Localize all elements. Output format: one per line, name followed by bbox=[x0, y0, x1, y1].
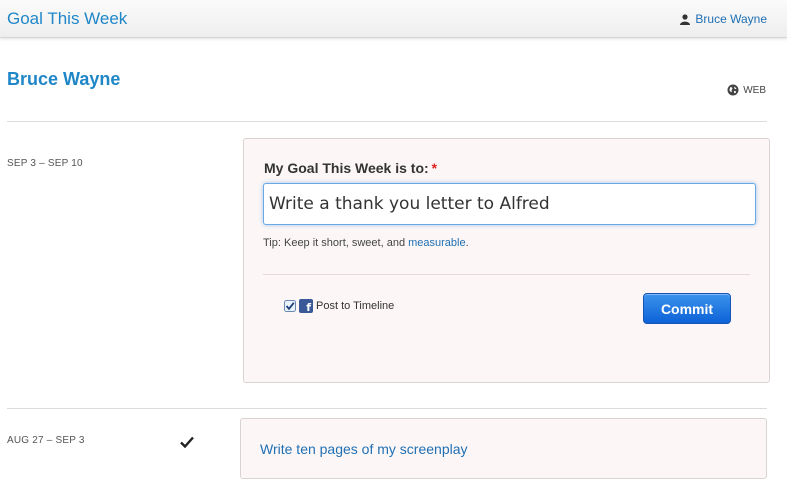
goal-form-card: My Goal This Week is to:* Tip: Keep it s… bbox=[243, 138, 770, 383]
tip-body: : Keep it short, sweet, and bbox=[277, 237, 409, 249]
post-to-timeline-option[interactable]: f Post to Timeline bbox=[284, 299, 394, 313]
week-range-current: SEP 3 – SEP 10 bbox=[7, 158, 83, 169]
top-navbar: Goal This Week Bruce Wayne bbox=[0, 0, 787, 38]
profile-name[interactable]: Bruce Wayne bbox=[7, 69, 120, 90]
visibility-badge[interactable]: WEB bbox=[727, 84, 766, 96]
tip-text: Tip: Keep it short, sweet, and measurabl… bbox=[263, 237, 469, 249]
user-menu-link[interactable]: Bruce Wayne bbox=[680, 12, 767, 26]
user-name[interactable]: Bruce Wayne bbox=[695, 12, 767, 26]
visibility-label: WEB bbox=[743, 84, 766, 96]
tip-end: . bbox=[465, 237, 469, 249]
goal-form-heading: My Goal This Week is to: * bbox=[264, 160, 437, 176]
form-divider bbox=[263, 274, 750, 275]
past-goal-card: Write ten pages of my screenplay bbox=[240, 418, 767, 479]
commit-button[interactable]: Commit bbox=[643, 293, 731, 324]
past-goal-link[interactable]: Write ten pages of my screenplay bbox=[260, 441, 468, 457]
user-icon bbox=[680, 13, 691, 25]
globe-icon bbox=[727, 84, 739, 96]
measurable-link[interactable]: measurable bbox=[408, 237, 465, 249]
post-to-timeline-label: Post to Timeline bbox=[316, 300, 395, 312]
tip-label: Tip bbox=[263, 237, 278, 249]
goal-heading-text: My Goal This Week is to: bbox=[264, 160, 429, 176]
required-mark: * bbox=[431, 160, 438, 176]
checkbox-icon[interactable] bbox=[284, 300, 296, 312]
week-range-past: AUG 27 – SEP 3 bbox=[7, 435, 85, 446]
section-divider bbox=[7, 408, 767, 409]
goal-input[interactable] bbox=[263, 183, 756, 225]
checkmark-icon bbox=[180, 436, 194, 448]
app-title[interactable]: Goal This Week bbox=[7, 9, 127, 29]
facebook-icon: f bbox=[299, 299, 313, 313]
section-divider bbox=[7, 121, 767, 122]
